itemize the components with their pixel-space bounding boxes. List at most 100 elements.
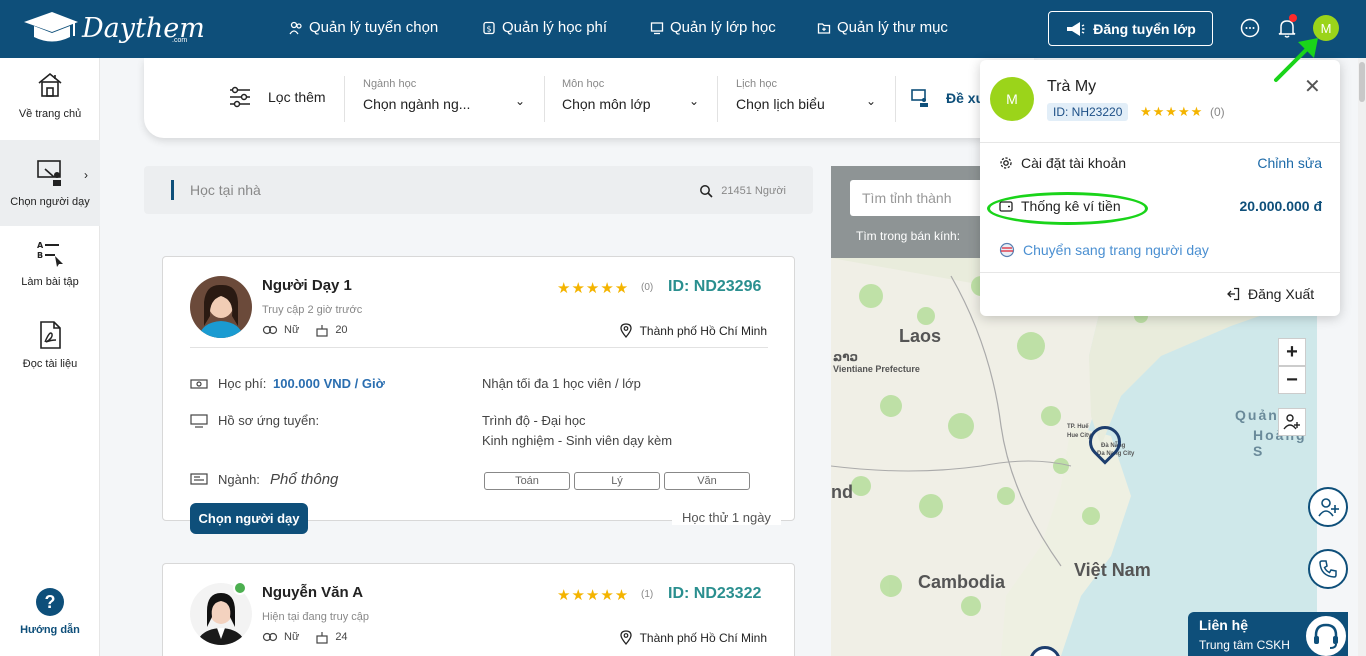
fee-label: Học phí: [218,376,267,391]
tutor-photo[interactable] [190,276,252,338]
divider [895,76,896,122]
post-class-label: Đăng tuyển lớp [1093,20,1196,37]
subject-tag: Toán [484,472,570,490]
help-button[interactable]: ? Hướng dẫn [0,588,100,636]
major-select[interactable]: Ngành học Chọn ngành ng... ⌄ [363,78,528,112]
subject-select-value: Chọn môn lớp [562,96,651,112]
customer-support-panel[interactable]: Liên hệ Trung tâm CSKH [1188,612,1348,656]
tutor-name[interactable]: Nguyễn Văn A [262,584,363,601]
add-user-icon [1283,414,1300,430]
account-dropdown: M Trà My ID: NH23220 ★★★★★ (0) ✕ Cài đặt… [980,60,1340,316]
search-icon[interactable] [699,184,713,198]
major-value: Phổ thông [270,471,339,488]
phone-icon [1319,560,1337,578]
annotation-arrow [1274,38,1318,82]
svg-text:$: $ [486,24,491,33]
major-select-value: Chọn ngành ng... [363,96,471,112]
tutor-id: ID: ND23296 [668,278,762,295]
rating-stars: ★★★★★ [557,587,630,604]
headset-icon [1304,614,1348,656]
chevron-down-icon: ⌄ [515,94,526,108]
divider [717,76,718,122]
svg-text:A: A [37,241,44,250]
post-class-button[interactable]: Đăng tuyển lớp [1048,11,1213,46]
add-user-fab[interactable] [1308,487,1348,527]
map-label-cambodia: Cambodia [918,572,1006,592]
profile-board-icon [190,413,208,428]
switch-to-teacher-item[interactable]: Chuyển sang trang người dạy [999,242,1209,258]
exercise-icon: AB [37,241,63,267]
map-label-vientiane: Vientiane Prefecture [833,364,920,374]
divider [344,76,345,122]
map-label-hue: TP. Huế [1067,424,1089,430]
nav-folder-management[interactable]: Quản lý thư mục [817,19,948,36]
subject-select[interactable]: Môn học Chọn môn lớp ⌄ [562,78,702,112]
tutor-location: Thành phố Hồ Chí Minh [619,323,767,338]
trial-label: Học thử 1 ngày [672,510,781,525]
radius-label: Tìm trong bán kính: [856,229,961,243]
review-count: (1) [641,589,654,600]
divider [190,347,768,348]
tutor-location-label: Thành phố Hồ Chí Minh [639,630,767,645]
rating-stars: ★★★★★ [557,280,630,297]
online-indicator [233,581,247,595]
max-students: Nhận tối đa 1 học viên / lớp [482,376,641,391]
propose-button[interactable]: Đề xu [910,88,984,108]
subject-tag: Lý [574,472,660,490]
teach-icon [911,89,928,107]
profile-label: Hồ sơ ứng tuyển: [218,413,320,428]
edit-link[interactable]: Chỉnh sửa [1257,155,1322,171]
map-label-vietnam: Việt Nam [1074,560,1151,580]
fee-row: Học phí: [190,376,266,391]
fee-value: 100.000 VND / Giờ [273,376,385,391]
logout-item[interactable]: Đăng Xuất [1226,286,1314,302]
tutor-meta: Nữ 24 [262,630,348,644]
nav-class-management[interactable]: Quản lý lớp học [650,19,776,36]
tutor-name[interactable]: Người Dạy 1 [262,277,352,294]
major-row: Ngành: [190,472,260,487]
brand-suffix: .com [172,37,188,44]
home-icon [38,72,62,97]
map-label-nd: nd [831,482,853,502]
sidebar-item-documents[interactable]: Đọc tài liệu [0,320,100,380]
account-rating-stars: ★★★★★ [1140,104,1204,119]
tuition-icon: $ [483,21,495,34]
profile-row: Hồ sơ ứng tuyển: [190,413,319,428]
nav-selection-management[interactable]: Quản lý tuyển chọn [289,19,438,36]
contact-title: Liên hệ [1199,617,1249,633]
tutor-gender: Nữ [284,631,300,643]
tutor-location: Thành phố Hồ Chí Minh [619,630,767,645]
highlight-ellipse [987,192,1148,225]
tutor-id: ID: ND23322 [668,585,762,602]
dropdown-avatar: M [990,77,1034,121]
filter-bar: Lọc thêm Ngành học Chọn ngành ng... ⌄ Mô… [144,58,1034,138]
scrollbar-thumb[interactable] [1359,62,1365,102]
sidebar-label: Về trang chủ [18,108,82,120]
divider [980,272,1340,273]
more-filters-button[interactable]: Lọc thêm [228,85,326,109]
phone-fab[interactable] [1308,549,1348,589]
zoom-in-button[interactable]: + [1278,338,1306,366]
province-search-input[interactable]: Tìm tỉnh thành [850,180,990,216]
search-bar[interactable]: Học tại nhà 21451 Người [144,166,813,214]
sidebar-item-home[interactable]: Về trang chủ [0,70,100,140]
add-user-icon [1318,498,1339,517]
nav-tuition-management[interactable]: $ Quản lý học phí [482,19,607,36]
scrollbar[interactable] [1358,58,1366,656]
account-settings-item[interactable]: Cài đặt tài khoản [999,155,1126,171]
sidebar-item-exercise[interactable]: AB Làm bài tập [0,238,100,298]
logo[interactable]: Daythem .com [22,10,205,46]
contact-subtitle: Trung tâm CSKH [1199,638,1290,652]
sidebar-label: Chọn người dạy [10,196,90,208]
choose-teacher-button[interactable]: Chọn người dạy [190,503,308,534]
chat-icon[interactable] [1239,17,1261,39]
search-input[interactable]: Học tại nhà [190,182,261,198]
money-icon [190,378,208,389]
zoom-out-button[interactable]: − [1278,366,1306,394]
switch-globe-icon [999,242,1015,258]
map-add-user-button[interactable] [1278,408,1306,436]
result-count-label: 21451 Người [721,185,786,197]
sidebar-item-choose-teacher[interactable]: Chọn người dạy [0,140,100,226]
schedule-select[interactable]: Lịch học Chọn lịch biểu ⌄ [736,78,881,112]
birthday-cake-icon [316,325,328,337]
